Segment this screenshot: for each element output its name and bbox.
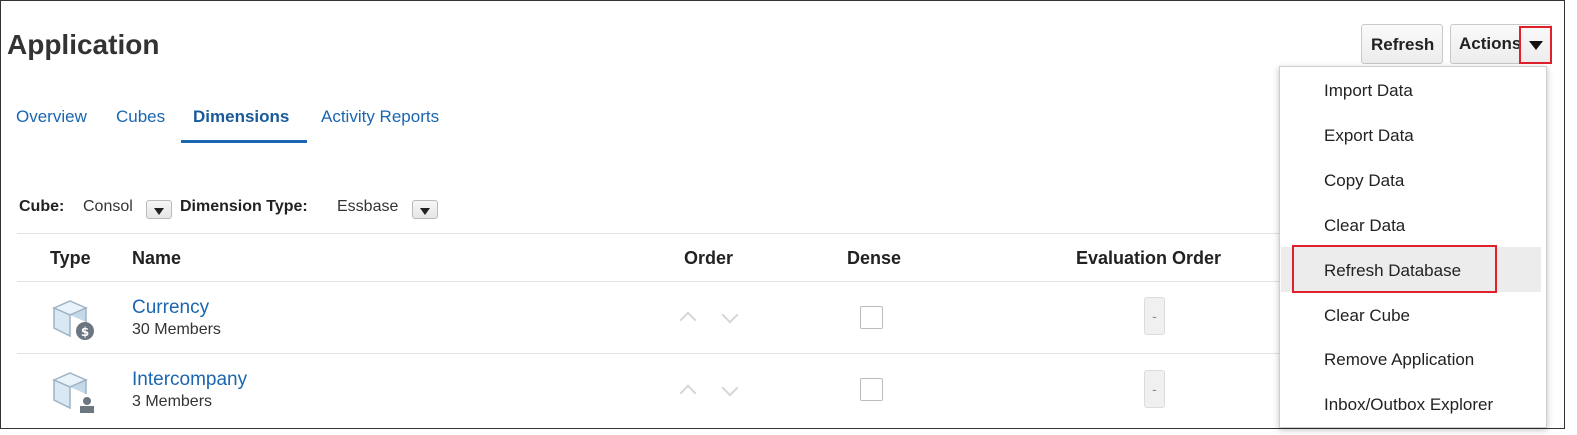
page-title: Application <box>7 29 160 60</box>
dimension-member-count: 30 Members <box>132 321 221 338</box>
tab-overview[interactable]: Overview <box>16 107 87 127</box>
actions-menu: Import Data Export Data Copy Data Clear … <box>1279 66 1547 428</box>
evaluation-order-button[interactable]: - <box>1144 370 1165 408</box>
cube-filter-value: Consol <box>83 198 133 215</box>
menu-item-export-data[interactable]: Export Data <box>1324 126 1414 146</box>
column-header-dense: Dense <box>847 248 902 268</box>
tab-dimensions[interactable]: Dimensions <box>193 107 289 127</box>
refresh-button-label: Refresh <box>1371 35 1435 54</box>
evaluation-order-button[interactable]: - <box>1144 297 1165 335</box>
move-up-icon[interactable] <box>679 311 697 329</box>
refresh-button[interactable]: Refresh <box>1361 24 1443 64</box>
cube-filter-label: Cube: <box>19 198 65 215</box>
menu-item-copy-data[interactable]: Copy Data <box>1324 171 1404 191</box>
dimension-type-filter-label: Dimension Type: <box>180 198 308 215</box>
column-header-type: Type <box>50 248 91 268</box>
move-up-icon[interactable] <box>679 384 697 402</box>
menu-item-remove-application[interactable]: Remove Application <box>1324 350 1474 370</box>
actions-dropdown-toggle[interactable] <box>1519 26 1552 64</box>
dimension-member-count: 3 Members <box>132 393 213 410</box>
dense-checkbox[interactable] <box>860 306 883 329</box>
tab-activity-reports[interactable]: Activity Reports <box>321 107 439 127</box>
tab-cubes[interactable]: Cubes <box>116 107 165 127</box>
dimension-name-link[interactable]: Currency <box>132 297 209 319</box>
actions-button-label: Actions <box>1459 34 1522 53</box>
dimension-type-select-button[interactable] <box>412 200 438 219</box>
currency-cube-icon: $ <box>52 300 94 340</box>
menu-item-inbox-outbox-explorer[interactable]: Inbox/Outbox Explorer <box>1324 395 1493 415</box>
menu-item-clear-cube[interactable]: Clear Cube <box>1324 306 1410 326</box>
row-divider <box>17 353 1279 354</box>
caret-down-icon <box>1529 41 1543 50</box>
menu-item-refresh-database[interactable]: Refresh Database <box>1324 261 1461 281</box>
move-down-icon[interactable] <box>721 379 739 397</box>
header-divider <box>17 281 1279 282</box>
caret-down-icon <box>154 208 164 215</box>
column-header-name: Name <box>132 248 182 268</box>
cube-select-button[interactable] <box>146 200 172 219</box>
move-down-icon[interactable] <box>721 306 739 324</box>
dimension-name-link[interactable]: Intercompany <box>132 369 247 391</box>
caret-down-icon <box>420 208 430 215</box>
column-header-order: Order <box>684 248 734 268</box>
entity-cube-icon <box>52 372 94 413</box>
svg-text:$: $ <box>81 325 89 339</box>
application-panel: Application Overview Cubes Dimensions Ac… <box>0 0 1565 429</box>
table-top-divider <box>17 233 1279 234</box>
menu-item-import-data[interactable]: Import Data <box>1324 81 1413 101</box>
menu-item-clear-data[interactable]: Clear Data <box>1324 216 1405 236</box>
active-tab-indicator <box>181 140 307 143</box>
column-header-evaluation-order: Evaluation Order <box>1076 248 1222 268</box>
dense-checkbox[interactable] <box>860 378 883 401</box>
dimension-type-filter-value: Essbase <box>337 198 399 215</box>
